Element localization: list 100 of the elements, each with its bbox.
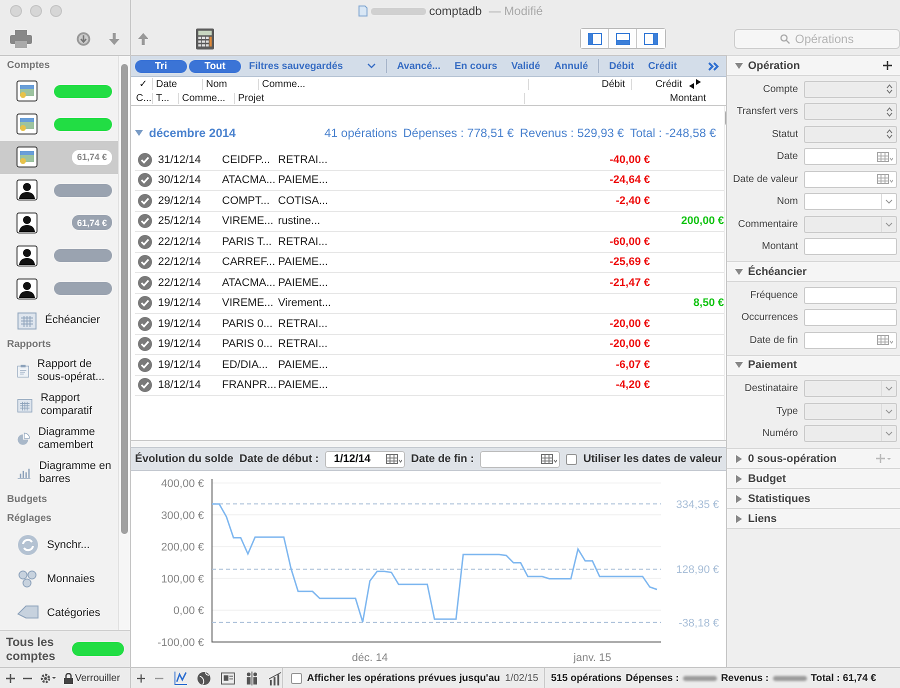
card-icon[interactable] [221,670,236,686]
input-field[interactable] [804,238,897,256]
filter-button[interactable]: En cours [448,58,504,74]
column-header[interactable]: ✓ [131,78,153,90]
axis-tick-label: 0,00 € [173,605,204,618]
sync-icon [17,534,39,556]
checkbox[interactable] [291,672,302,684]
arrow-down-icon[interactable] [109,30,120,46]
section-title[interactable]: Liens [748,512,777,524]
swap-arrows-icon[interactable] [688,79,702,89]
filter-button[interactable]: Avancé... [390,58,446,74]
date-field[interactable] [804,148,897,166]
input-field[interactable] [804,286,897,304]
disclosure-triangle-icon[interactable] [735,494,743,502]
table-cell-text: 25/12/14 [158,215,202,228]
table-cell-text: 19/12/14 [158,358,202,371]
double-chevron-icon[interactable] [708,62,720,70]
group-title[interactable]: décembre 2014 [149,126,236,140]
column-header[interactable]: C... [131,92,153,104]
section-title[interactable]: Échéancier [748,266,807,278]
status-check-icon[interactable] [138,152,152,167]
disclosure-triangle-icon[interactable] [735,361,743,369]
filter-button[interactable]: Validé [505,58,546,74]
date-field[interactable]: 1/12/14 [324,450,406,468]
forecast-date[interactable]: 1/02/15 [504,672,538,684]
people-icon[interactable] [245,670,260,686]
column-header[interactable]: Nom [203,78,259,90]
date-field[interactable] [804,170,897,188]
column-header[interactable]: T... [153,92,179,104]
status-check-icon[interactable] [138,316,152,331]
column-header[interactable]: Crédit [632,78,688,90]
column-header[interactable]: Comme... [179,92,235,104]
sidebar-item[interactable]: Rapport comparatif [0,388,118,422]
status-check-icon[interactable] [138,255,152,270]
table-cell-text: 22/12/14 [158,276,202,289]
sidebar-item[interactable]: Rapport de sous-opérat... [0,354,118,388]
table-cell-text: 19/12/14 [158,318,202,330]
disclosure-triangle-icon[interactable] [735,62,743,70]
checkbox-label[interactable]: Afficher les opérations prévues jusqu'au [307,672,500,684]
reference-value: 128,90 € [676,564,719,576]
disclosure-triangle-icon[interactable] [735,454,743,462]
search-field[interactable]: Opérations [734,28,900,48]
filter-button[interactable]: Tout [189,60,241,72]
checkbox-label[interactable]: Utiliser les dates de valeur [583,453,722,465]
table-cell-text: CEIDFP... [222,154,272,166]
arrow-up-icon[interactable] [138,30,148,46]
checkbox[interactable] [566,454,578,464]
tag-icon [17,605,39,622]
date-field[interactable] [804,332,897,349]
section-title[interactable]: Paiement [748,359,797,371]
add-icon[interactable] [6,674,15,682]
add-icon[interactable] [883,61,892,70]
status-check-icon[interactable] [138,234,152,249]
line-chart-icon[interactable] [174,670,188,686]
splitter-handle[interactable] [131,440,726,447]
sidebar-item[interactable]: Monnaies [0,562,118,596]
globe-icon[interactable] [197,670,212,686]
status-check-icon[interactable] [138,214,152,228]
printer-icon[interactable] [10,30,32,48]
column-header[interactable]: Montant [525,92,726,104]
sidebar-item[interactable]: Échéancier [0,305,118,336]
toggle-sidebar-button[interactable] [581,29,609,48]
filter-button[interactable]: Annulé [548,58,594,74]
status-check-icon[interactable] [138,378,152,392]
filter-button[interactable]: Tri [135,60,187,72]
disclosure-triangle-icon[interactable] [135,129,143,137]
bar-chart-icon[interactable] [269,670,282,686]
column-header[interactable]: Comme... [259,78,529,90]
sidebar-item[interactable]: Diagramme en barres [0,456,118,490]
filter-button[interactable]: Crédit [642,58,683,74]
disclosure-triangle-icon[interactable] [735,268,743,276]
filter-button[interactable]: Débit [603,58,640,74]
column-header[interactable]: Débit [529,78,632,90]
settings-icon[interactable] [40,672,56,684]
reference-value: -38,18 € [678,617,719,630]
disclosure-triangle-icon[interactable] [735,514,743,522]
status-check-icon[interactable] [138,276,152,290]
section-title[interactable]: Budget [748,472,786,484]
disclosure-triangle-icon[interactable] [735,474,743,482]
section-title[interactable]: Opération [748,60,800,72]
status-check-icon[interactable] [138,296,152,310]
status-check-icon[interactable] [138,358,152,372]
sidebar-item[interactable]: Synchr... [0,528,118,562]
status-check-icon[interactable] [138,337,152,352]
table-cell-text: RETRAI... [278,154,329,166]
account-item[interactable]: 61,74 € [0,140,118,174]
status-check-icon[interactable] [138,194,152,208]
input-field[interactable] [804,309,897,326]
sidebar-item[interactable]: Catégories [0,596,118,630]
stepper-arrows-icon [886,84,893,94]
date-field[interactable] [480,450,560,468]
add-icon[interactable] [137,674,146,682]
field-label: Compte [762,84,798,95]
column-header[interactable]: Date [153,78,203,90]
sidebar-item[interactable]: Diagramme camembert [0,422,118,456]
scrollbar[interactable] [118,56,130,630]
filter-button[interactable]: Filtres sauvegardés [243,58,382,74]
combo-field[interactable] [804,193,897,210]
status-check-icon[interactable] [138,173,152,188]
column-header[interactable]: Projet [235,92,525,104]
